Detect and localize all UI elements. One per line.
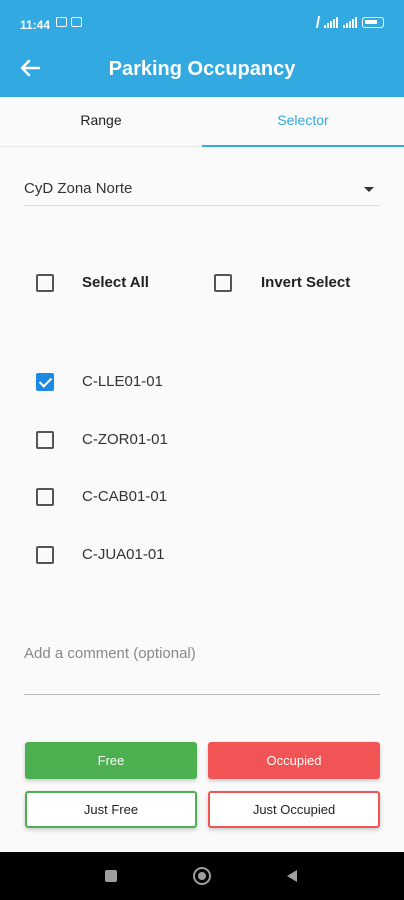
zone-dropdown[interactable]: CyD Zona Norte bbox=[24, 172, 380, 206]
spot-checkbox-c-lle01-01[interactable] bbox=[36, 373, 54, 391]
recents-icon[interactable] bbox=[105, 870, 117, 882]
invert-select-checkbox[interactable] bbox=[214, 274, 232, 292]
caret-down-icon bbox=[364, 187, 374, 192]
comment-placeholder: Add a comment (optional) bbox=[24, 645, 196, 662]
spot-checkbox-c-jua01-01[interactable] bbox=[36, 546, 54, 564]
spot-label: C-ZOR01-01 bbox=[82, 431, 168, 448]
status-bar: 11:44 bbox=[0, 0, 404, 40]
notification-icon bbox=[56, 17, 67, 27]
spot-label: C-CAB01-01 bbox=[82, 488, 168, 505]
occupied-button[interactable]: Occupied bbox=[208, 742, 380, 779]
just-occupied-button[interactable]: Just Occupied bbox=[208, 791, 380, 828]
bluetooth-icon bbox=[309, 16, 321, 28]
comment-input[interactable]: Add a comment (optional) bbox=[24, 636, 380, 695]
spot-checkbox-c-cab01-01[interactable] bbox=[36, 488, 54, 506]
signal-icon bbox=[324, 16, 338, 28]
tab-range[interactable]: Range bbox=[0, 97, 202, 147]
app-bar: Parking Occupancy bbox=[0, 40, 404, 97]
battery-icon bbox=[362, 16, 384, 28]
spot-checkbox-c-zor01-01[interactable] bbox=[36, 431, 54, 449]
spot-label: C-LLE01-01 bbox=[82, 373, 163, 390]
tab-bar: Range Selector bbox=[0, 97, 404, 147]
zone-dropdown-value: CyD Zona Norte bbox=[24, 180, 133, 197]
system-icons bbox=[309, 16, 384, 28]
back-triangle-icon[interactable] bbox=[287, 870, 297, 882]
select-all-label: Select All bbox=[82, 274, 149, 291]
free-button[interactable]: Free bbox=[25, 742, 197, 779]
status-time: 11:44 bbox=[20, 18, 51, 32]
just-free-button[interactable]: Just Free bbox=[25, 791, 197, 828]
signal-icon bbox=[343, 16, 357, 28]
notification-icons bbox=[56, 17, 82, 27]
tab-selector[interactable]: Selector bbox=[202, 97, 404, 147]
system-nav-bar bbox=[0, 852, 404, 900]
notification-icon bbox=[71, 17, 82, 27]
spot-label: C-JUA01-01 bbox=[82, 546, 165, 563]
home-icon[interactable] bbox=[193, 867, 211, 885]
invert-select-label: Invert Select bbox=[261, 274, 351, 291]
page-title: Parking Occupancy bbox=[108, 58, 296, 80]
select-all-checkbox[interactable] bbox=[36, 274, 54, 292]
